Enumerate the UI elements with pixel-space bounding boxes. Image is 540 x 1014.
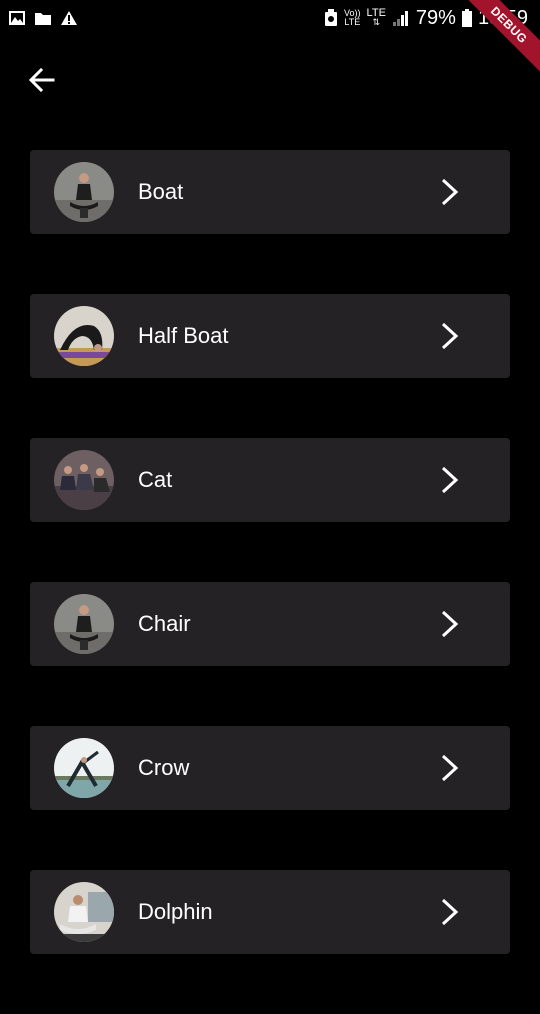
app-bar	[0, 36, 540, 120]
chevron-right-icon	[441, 178, 459, 206]
list-item[interactable]: Half Boat	[30, 294, 510, 378]
avatar	[54, 162, 114, 222]
backbend-pose-photo	[54, 306, 114, 366]
chevron-right-icon	[441, 322, 459, 350]
avatar	[54, 882, 114, 942]
image-icon	[9, 11, 25, 25]
signal-icon	[392, 11, 408, 26]
volte-indicator: Vo)) LTE	[344, 9, 361, 27]
list-item[interactable]: Cat	[30, 438, 510, 522]
list-item[interactable]: Dolphin	[30, 870, 510, 954]
status-bar: Vo)) LTE LTE ⇅ 79% 15:59	[0, 0, 540, 36]
status-left	[8, 10, 78, 26]
pose-list: Boat Half Boat Cat Chair Crow Dolphin	[30, 150, 510, 1014]
folder-icon	[35, 13, 51, 25]
warning-icon	[61, 11, 77, 25]
meditation-pose-photo	[54, 162, 114, 222]
battery-percent: 79%	[415, 6, 456, 29]
avatar	[54, 450, 114, 510]
list-item[interactable]: Chair	[30, 582, 510, 666]
list-item[interactable]: Crow	[30, 726, 510, 810]
triangle-pose-photo	[54, 738, 114, 798]
group-class-photo	[54, 450, 114, 510]
list-item[interactable]: Boat	[30, 150, 510, 234]
avatar	[54, 594, 114, 654]
chevron-right-icon	[441, 466, 459, 494]
data-arrows: ⇅	[372, 17, 380, 27]
chevron-right-icon	[441, 610, 459, 638]
meditation-pose-photo	[54, 594, 114, 654]
back-button[interactable]	[20, 58, 64, 102]
avatar	[54, 738, 114, 798]
volte-lte-label: LTE	[344, 17, 361, 27]
lte-indicator: LTE ⇅	[367, 8, 386, 27]
chevron-right-icon	[441, 754, 459, 782]
battery-icon	[461, 9, 472, 27]
chevron-right-icon	[441, 898, 459, 926]
avatar	[54, 306, 114, 366]
recycle-icon	[325, 9, 338, 26]
arrow-left-icon	[29, 68, 55, 92]
lotus-pose-photo	[54, 882, 114, 942]
